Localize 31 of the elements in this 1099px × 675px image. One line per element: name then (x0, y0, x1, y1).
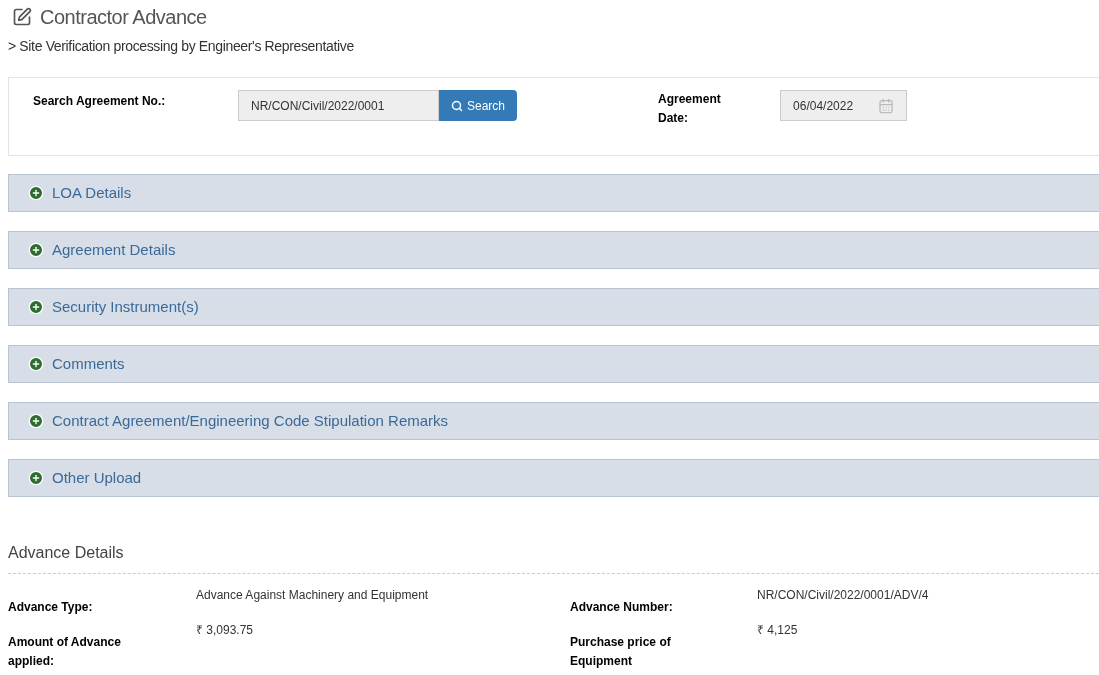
section-header[interactable]: Other Upload (8, 459, 1099, 497)
search-button[interactable]: Search (439, 90, 518, 121)
section-header[interactable]: Security Instrument(s) (8, 288, 1099, 326)
field-label: Purchase price of Equipment (570, 634, 672, 670)
field-label: Advance Type: (8, 599, 94, 616)
field-value: Advance Against Machinery and Equipment (196, 587, 430, 604)
field-value: ₹ 4,125 (757, 622, 799, 639)
plus-circle-icon (28, 470, 44, 486)
edit-icon (12, 7, 32, 27)
advance-details-heading: Advance Details (8, 543, 125, 563)
section-header[interactable]: Comments (8, 345, 1099, 383)
section-header[interactable]: LOA Details (8, 174, 1099, 212)
plus-circle-icon (28, 242, 44, 258)
field-label: Amount of Advance applied: (8, 634, 122, 670)
plus-circle-icon (28, 356, 44, 372)
agreement-number-field[interactable]: NR/CON/Civil/2022/0001 (238, 90, 439, 121)
plus-circle-icon (28, 299, 44, 315)
plus-circle-icon (28, 413, 44, 429)
calendar-icon[interactable] (878, 97, 895, 114)
field-value: NR/CON/Civil/2022/0001/ADV/4 (757, 587, 930, 604)
date-label: Agreement Date: (658, 91, 722, 127)
agreement-date-field[interactable]: 06/04/2022 (780, 90, 908, 121)
field-value: ₹ 3,093.75 (196, 622, 255, 639)
page-title: Contractor Advance (40, 5, 207, 30)
page-subtitle: > Site Verification processing by Engineer's Representative (8, 37, 355, 56)
section-header[interactable]: Contract Agreement/Engineering Code Stipulation Remarks (8, 402, 1099, 440)
section-header[interactable]: Agreement Details (8, 231, 1099, 269)
search-label: Search Agreement No.: (33, 93, 167, 110)
search-icon (451, 99, 463, 112)
field-label: Advance Number: (570, 599, 674, 616)
plus-circle-icon (28, 185, 44, 201)
